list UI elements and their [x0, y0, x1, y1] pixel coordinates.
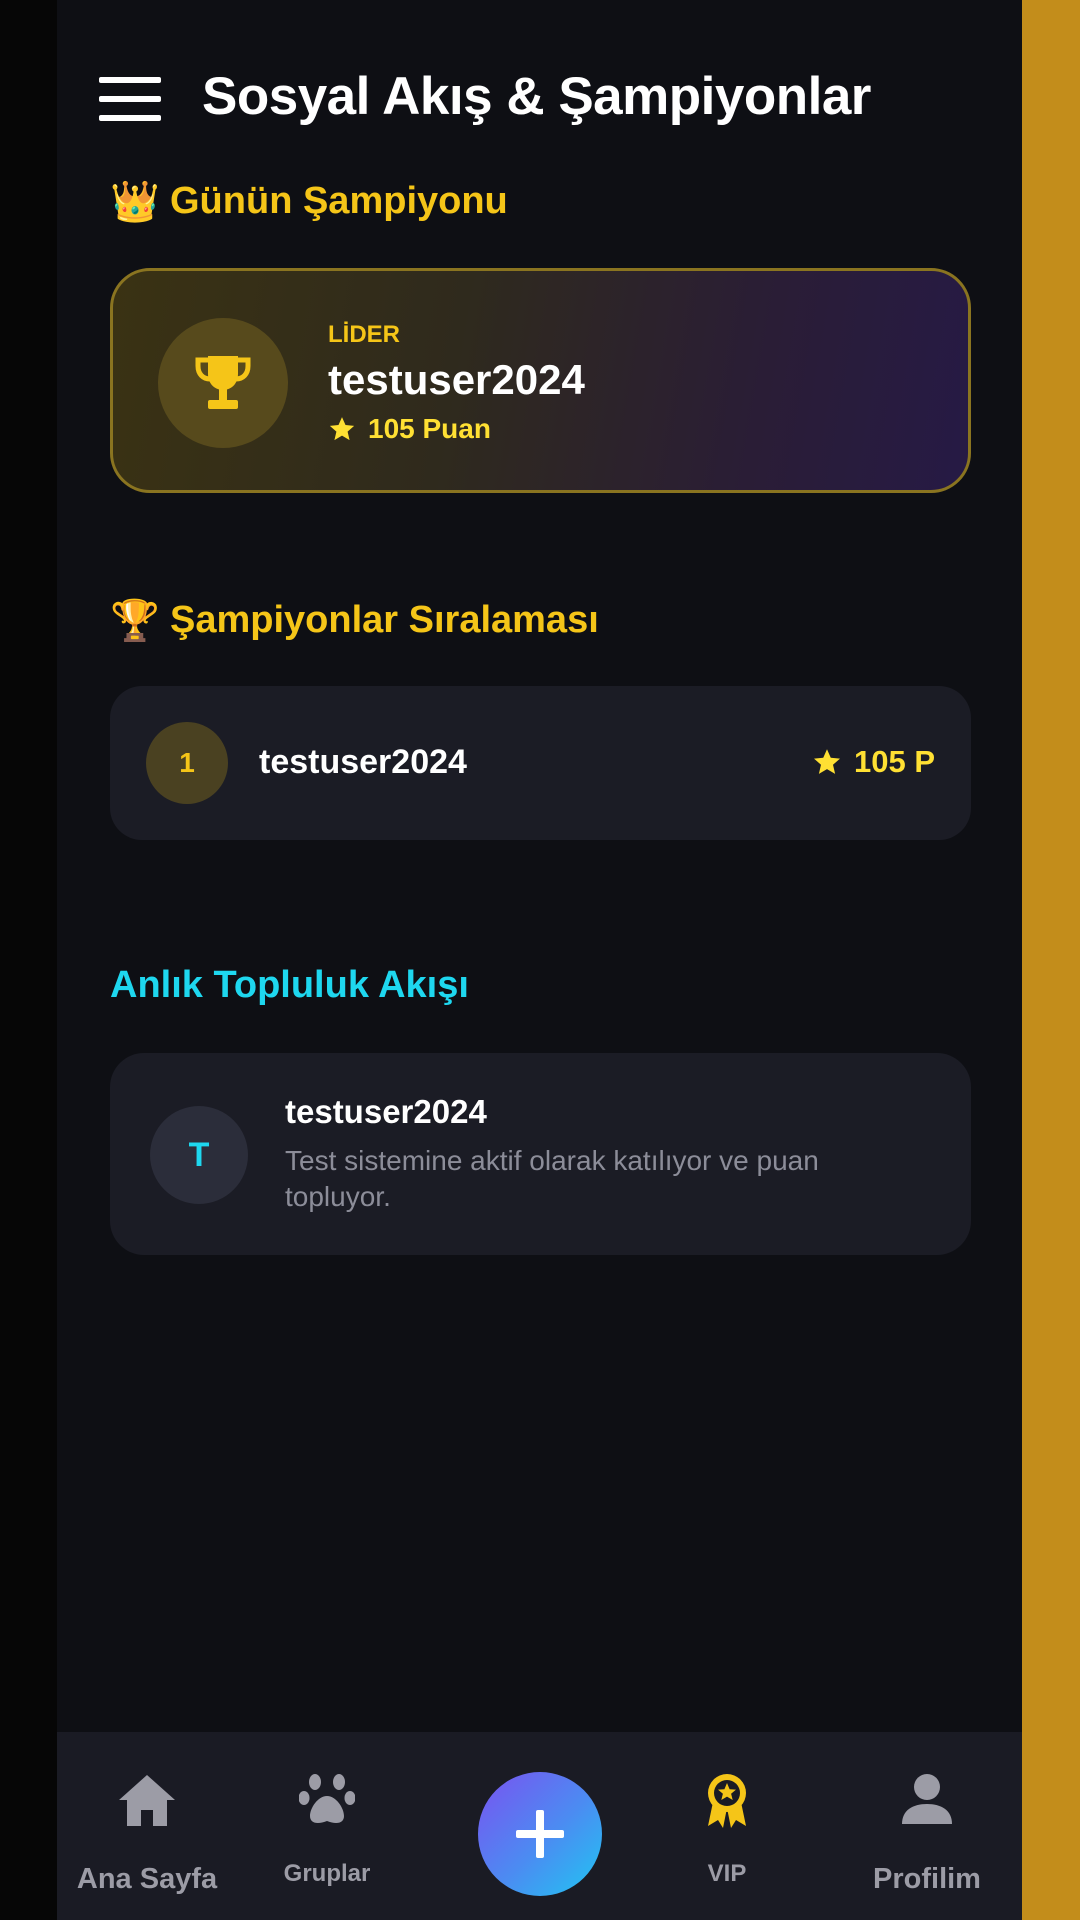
nav-home-label: Ana Sayfa: [76, 1863, 218, 1895]
nav-vip-label: VIP: [707, 1860, 747, 1887]
add-post-button[interactable]: [478, 1772, 602, 1896]
nav-home[interactable]: Ana Sayfa: [57, 1732, 237, 1920]
left-screen-edge: [0, 0, 57, 1920]
champion-card[interactable]: LİDER testuser2024 105 Puan: [110, 268, 971, 493]
section-title-champion: 👑 Günün Şampiyonu: [110, 178, 508, 225]
bottom-navigation: Ana Sayfa Gruplar VIP Profilim: [57, 1732, 1022, 1920]
section-title-feed-text: Anlık Topluluk Akışı: [110, 964, 469, 1006]
paw-icon: [299, 1774, 355, 1824]
nav-groups[interactable]: Gruplar: [252, 1732, 402, 1920]
vip-badge-icon: [708, 1774, 746, 1828]
crown-icon: 👑: [110, 180, 160, 224]
nav-profile-label: Profilim: [873, 1863, 981, 1895]
rank-points: 105 P: [812, 744, 935, 780]
section-title-ranking: 🏆 Şampiyonlar Sıralaması: [110, 597, 599, 644]
feed-item[interactable]: T testuser2024 Test sistemine aktif olar…: [110, 1053, 971, 1255]
star-icon: [813, 749, 840, 774]
section-title-champion-text: Günün Şampiyonu: [170, 180, 508, 222]
feed-username: testuser2024: [285, 1093, 487, 1130]
app-screen: Sosyal Akış & Şampiyonlar 👑 Günün Şampiy…: [57, 0, 1022, 1920]
leader-label: LİDER: [328, 321, 400, 348]
nav-groups-label: Gruplar: [283, 1860, 371, 1887]
star-icon: [329, 417, 355, 441]
nav-vip[interactable]: VIP: [657, 1732, 797, 1920]
trophy-icon: [158, 318, 288, 448]
leader-points: 105 Puan: [328, 413, 491, 445]
leader-points-text: 105 Puan: [368, 413, 491, 444]
trophy-emoji-icon: 🏆: [110, 599, 160, 643]
avatar: T: [150, 1106, 248, 1204]
section-title-ranking-text: Şampiyonlar Sıralaması: [170, 599, 599, 641]
section-title-feed: Anlık Topluluk Akışı: [110, 964, 469, 1007]
user-icon: [902, 1774, 952, 1824]
rank-number: 1: [146, 722, 228, 804]
ranking-row[interactable]: 1 testuser2024 105 P: [110, 686, 971, 840]
app-header: Sosyal Akış & Şampiyonlar: [57, 60, 1022, 132]
feed-message: Test sistemine aktif olarak katılıyor ve…: [285, 1145, 819, 1212]
nav-profile[interactable]: Profilim: [837, 1732, 1017, 1920]
rank-username: testuser2024: [259, 743, 467, 781]
home-icon: [119, 1775, 175, 1826]
right-screen-edge: [1022, 0, 1080, 1920]
page-title: Sosyal Akış & Şampiyonlar: [202, 67, 871, 126]
rank-points-text: 105 P: [853, 744, 935, 779]
plus-icon: [516, 1810, 564, 1858]
leader-name: testuser2024: [328, 356, 585, 403]
menu-icon[interactable]: [99, 77, 163, 121]
